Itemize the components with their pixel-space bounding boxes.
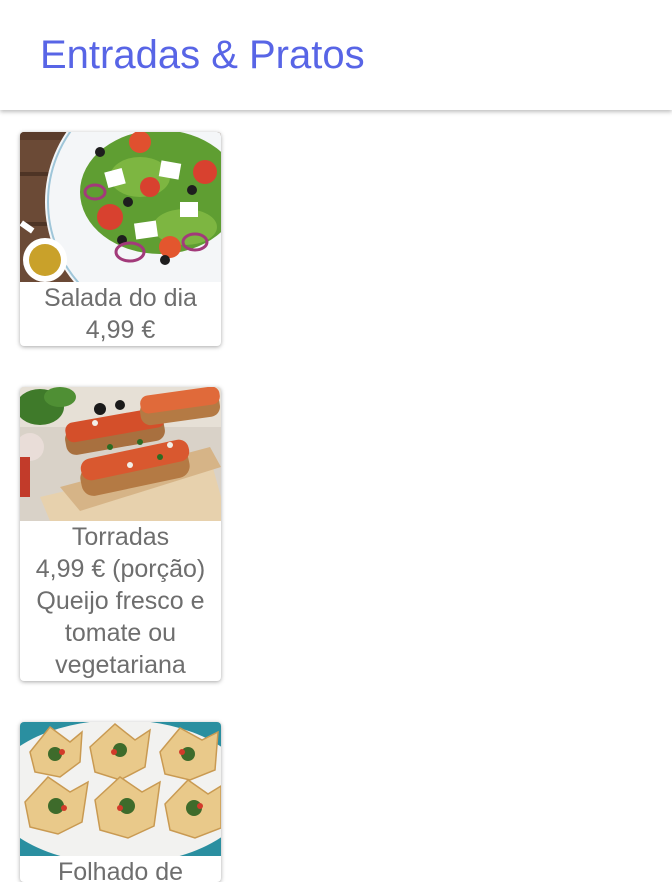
menu-item-price: 4,99 € (porção) [35,555,206,583]
menu-item-description: vegetariana [55,651,186,679]
page-title: Entradas & Pratos [40,33,365,77]
menu-item-name: Salada do dia [44,284,197,312]
menu-item-price: 4,99 € [85,316,156,344]
menu-item-card-salada[interactable]: Salada do dia 4,99 € [20,132,221,346]
menu-item-name: Torradas [71,523,170,551]
menu-item-name: Folhado de [57,858,184,882]
app-header: Entradas & Pratos [0,0,672,110]
menu-item-description: Queijo fresco e [36,587,205,615]
menu-item-card-folhado[interactable]: Folhado de [20,722,221,882]
puff-pastry-image [20,722,221,856]
bruschetta-image [20,387,221,521]
salad-image [20,132,221,282]
menu-item-description: tomate ou [64,619,177,647]
menu-item-card-torradas[interactable]: Torradas 4,99 € (porção) Queijo fresco e… [20,387,221,681]
